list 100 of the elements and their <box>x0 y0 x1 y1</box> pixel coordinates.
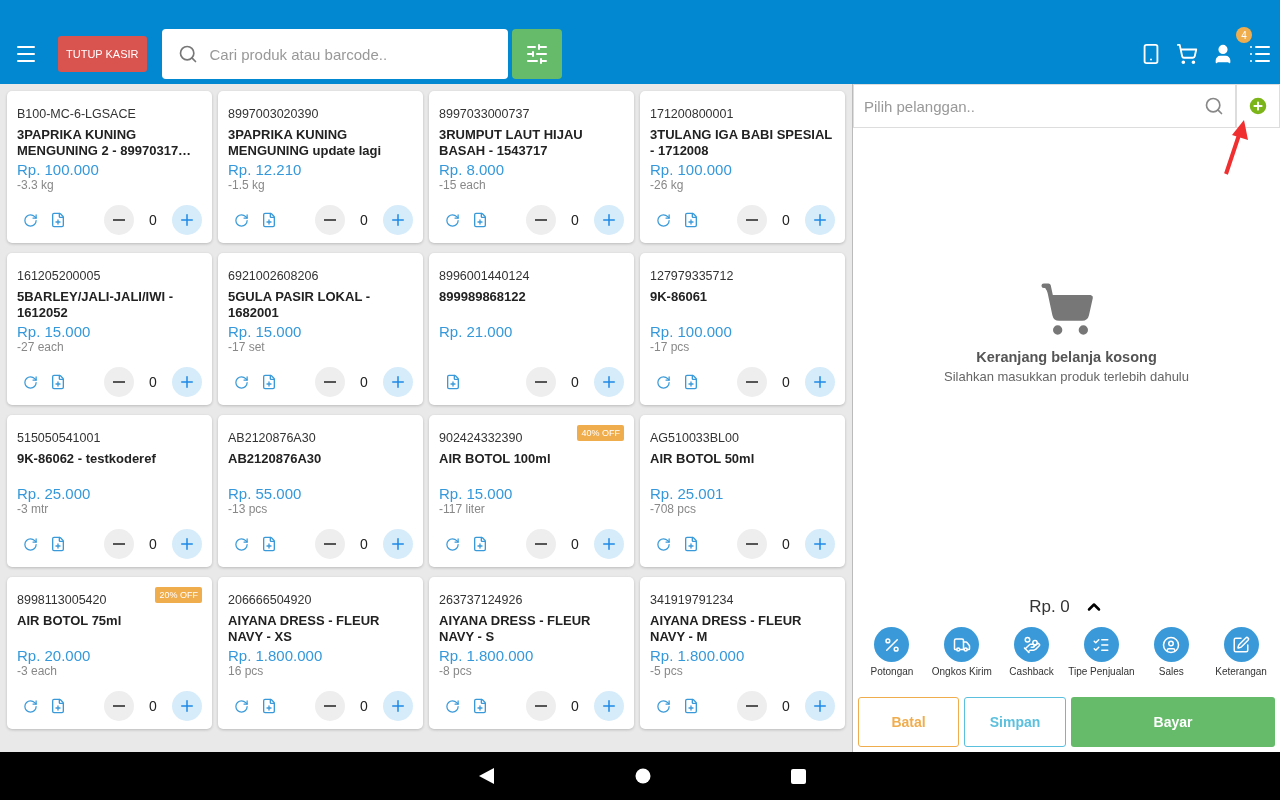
cart-action-button[interactable]: Keterangan <box>1206 627 1276 692</box>
file-plus-icon[interactable] <box>261 698 277 714</box>
customer-search-field[interactable]: Pilih pelanggan.. <box>853 84 1236 128</box>
product-card[interactable]: 8998113005420 20% OFF AIR BOTOL 75ml Rp. 20.000 -3 each 0 <box>7 577 212 729</box>
product-card[interactable]: 8997033000737 3RUMPUT LAUT HIJAU BASAH - 1543717 Rp. 8.000 -15 each 0 <box>429 91 634 243</box>
file-plus-icon[interactable] <box>261 374 277 390</box>
product-card[interactable]: 127979335712 9K-86061 Rp. 100.000 -17 pcs 0 <box>640 253 845 405</box>
product-card[interactable]: 161205200005 5BARLEY/JALI-JALI/IWI - 1612052 Rp. 15.000 -27 each 0 <box>7 253 212 405</box>
increase-button[interactable] <box>172 205 202 235</box>
refresh-icon[interactable] <box>445 698 460 714</box>
add-customer-button[interactable] <box>1236 84 1280 128</box>
file-plus-icon[interactable] <box>683 374 699 390</box>
file-plus-icon[interactable] <box>50 698 66 714</box>
increase-button[interactable] <box>172 691 202 721</box>
refresh-icon[interactable] <box>23 212 38 228</box>
file-plus-icon[interactable] <box>472 698 488 714</box>
cart-icon <box>1176 43 1198 65</box>
increase-button[interactable] <box>805 529 835 559</box>
filter-button[interactable] <box>511 29 562 79</box>
file-plus-icon[interactable] <box>50 374 66 390</box>
decrease-button[interactable] <box>315 367 345 397</box>
product-card[interactable]: 8996001440124 899989868122 Rp. 21.000 0 <box>429 253 634 405</box>
cart-action-button[interactable]: Sales <box>1136 627 1207 692</box>
decrease-button[interactable] <box>526 529 556 559</box>
file-plus-icon[interactable] <box>683 536 699 552</box>
product-card[interactable]: AB2120876A30 AB2120876A30 Rp. 55.000 -13 pcs 0 <box>218 415 423 567</box>
decrease-button[interactable] <box>315 529 345 559</box>
decrease-button[interactable] <box>737 529 767 559</box>
decrease-button[interactable] <box>104 691 134 721</box>
cart-button[interactable] <box>1176 43 1198 65</box>
refresh-icon[interactable] <box>656 374 671 390</box>
decrease-button[interactable] <box>526 691 556 721</box>
decrease-button[interactable] <box>315 691 345 721</box>
refresh-icon[interactable] <box>656 698 671 714</box>
file-plus-icon[interactable] <box>50 536 66 552</box>
plus-icon <box>178 697 196 715</box>
file-plus-icon[interactable] <box>50 212 66 228</box>
increase-button[interactable] <box>805 367 835 397</box>
recents-icon[interactable] <box>791 768 806 784</box>
increase-button[interactable] <box>594 529 624 559</box>
file-plus-icon[interactable] <box>261 536 277 552</box>
increase-button[interactable] <box>805 691 835 721</box>
product-card[interactable]: 515050541001 9K-86062 - testkoderef Rp. 25.000 -3 mtr 0 <box>7 415 212 567</box>
refresh-icon[interactable] <box>445 212 460 228</box>
increase-button[interactable] <box>383 691 413 721</box>
increase-button[interactable] <box>594 205 624 235</box>
decrease-button[interactable] <box>526 367 556 397</box>
refresh-icon[interactable] <box>23 698 38 714</box>
refresh-icon[interactable] <box>23 374 38 390</box>
product-card[interactable]: B100-MC-6-LGSACE 3PAPRIKA KUNING MENGUNING 2 - 89970317… Rp. 100.000 -3.3 kg 0 <box>7 91 212 243</box>
decrease-button[interactable] <box>315 205 345 235</box>
refresh-icon[interactable] <box>656 212 671 228</box>
cart-action-button[interactable]: Tipe Penjualan <box>1066 627 1137 692</box>
refresh-icon[interactable] <box>234 698 249 714</box>
product-card[interactable]: 341919791234 AIYANA DRESS - FLEUR NAVY - M Rp. 1.800.000 -5 pcs 0 <box>640 577 845 729</box>
decrease-button[interactable] <box>526 205 556 235</box>
product-card[interactable]: 6921002608206 5GULA PASIR LOKAL - 1682001 Rp. 15.000 -17 set 0 <box>218 253 423 405</box>
refresh-icon[interactable] <box>234 536 249 552</box>
increase-button[interactable] <box>172 529 202 559</box>
refresh-icon[interactable] <box>23 536 38 552</box>
product-card[interactable]: AG510033BL00 AIR BOTOL 50ml Rp. 25.001 -708 pcs 0 <box>640 415 845 567</box>
quantity: 0 <box>570 698 580 714</box>
decrease-button[interactable] <box>737 691 767 721</box>
decrease-button[interactable] <box>104 205 134 235</box>
file-plus-icon[interactable] <box>472 536 488 552</box>
decrease-button[interactable] <box>104 367 134 397</box>
product-card[interactable]: 206666504920 AIYANA DRESS - FLEUR NAVY - XS Rp. 1.800.000 16 pcs 0 <box>218 577 423 729</box>
product-card[interactable]: 8997003020390 3PAPRIKA KUNING MENGUNING update lagi Rp. 12.210 -1.5 kg 0 <box>218 91 423 243</box>
increase-button[interactable] <box>594 691 624 721</box>
product-card[interactable]: 263737124926 AIYANA DRESS - FLEUR NAVY - S Rp. 1.800.000 -8 pcs 0 <box>429 577 634 729</box>
close-register-button[interactable]: TUTUP KASIR <box>58 36 147 72</box>
product-search-field[interactable]: Cari produk atau barcode.. <box>161 29 508 79</box>
minus-icon <box>113 381 125 383</box>
file-plus-icon[interactable] <box>445 374 461 390</box>
increase-button[interactable] <box>383 529 413 559</box>
decrease-button[interactable] <box>737 367 767 397</box>
decrease-button[interactable] <box>104 529 134 559</box>
file-plus-icon[interactable] <box>683 212 699 228</box>
refresh-icon[interactable] <box>234 374 249 390</box>
increase-button[interactable] <box>172 367 202 397</box>
increase-button[interactable] <box>594 367 624 397</box>
increase-button[interactable] <box>805 205 835 235</box>
cart-action-button[interactable]: Cashback <box>996 627 1067 692</box>
product-card[interactable]: 171200800001 3TULANG IGA BABI SPESIAL - 1712008 Rp. 100.000 -26 kg 0 <box>640 91 845 243</box>
file-plus-icon[interactable] <box>261 212 277 228</box>
product-card[interactable]: 902424332390 40% OFF AIR BOTOL 100ml Rp. 15.000 -117 liter 0 <box>429 415 634 567</box>
home-icon[interactable] <box>635 768 651 784</box>
refresh-icon[interactable] <box>445 536 460 552</box>
increase-button[interactable] <box>383 367 413 397</box>
cart-action-button[interactable]: Potongan <box>857 627 927 692</box>
file-plus-icon[interactable] <box>683 698 699 714</box>
cart-action-button[interactable]: Ongkos Kirim <box>926 627 997 692</box>
file-plus-icon[interactable] <box>472 212 488 228</box>
refresh-icon[interactable] <box>234 212 249 228</box>
decrease-button[interactable] <box>737 205 767 235</box>
product-name: AIYANA DRESS - FLEUR NAVY - XS <box>228 613 381 645</box>
back-icon[interactable] <box>479 768 495 784</box>
increase-button[interactable] <box>383 205 413 235</box>
edit-icon <box>1223 627 1259 662</box>
refresh-icon[interactable] <box>656 536 671 552</box>
